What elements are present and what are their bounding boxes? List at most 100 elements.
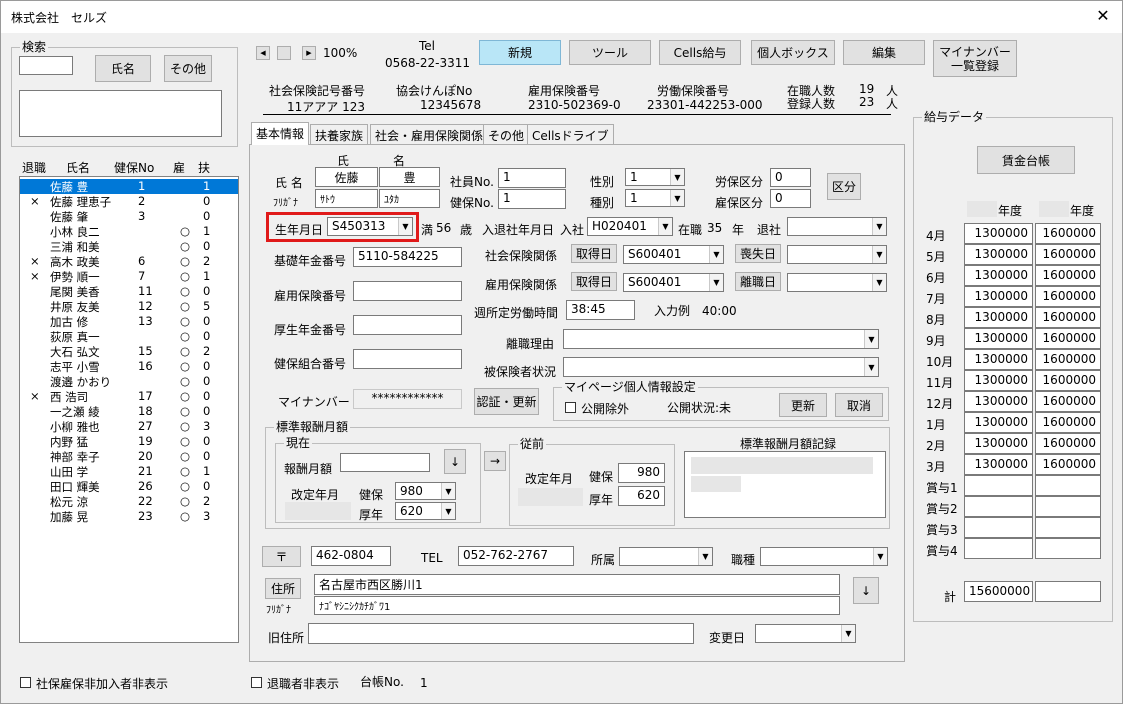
list-item[interactable]: 小柳 雅也 27 ○ 3 [20,419,238,434]
change-date-select[interactable]: ▼ [755,624,856,643]
list-item[interactable]: 志平 小雪 16 ○ 0 [20,359,238,374]
list-item[interactable]: 加藤 晃 23 ○ 3 [20,509,238,524]
current-kenpo-select[interactable]: 980 ▼ [395,482,456,500]
list-item[interactable]: 内野 猛 19 ○ 0 [20,434,238,449]
list-item[interactable]: 小林 良二 ○ 1 [20,224,238,239]
salary-year-1-cell[interactable]: 1300000 [964,370,1033,391]
edit-button[interactable]: 編集 [843,40,925,65]
cells-salary-button[interactable]: Cells給与 [659,40,741,65]
auth-update-button[interactable]: 認証・更新 [474,388,539,415]
salary-year-2-cell[interactable]: 1600000 [1035,265,1101,286]
search-other-button[interactable]: その他 [164,55,212,82]
join-date-select[interactable]: H020401 ▼ [587,217,673,236]
salary-year-2-cell[interactable]: 1600000 [1035,244,1101,265]
salary-year-2-cell[interactable]: 1600000 [1035,454,1101,475]
insured-status-select[interactable]: ▼ [563,357,879,377]
salary-year-1-cell[interactable]: 1300000 [964,244,1033,265]
tel-input[interactable]: 052-762-2767 [458,546,574,566]
list-item[interactable]: × 伊勢 順一 7 ○ 1 [20,269,238,284]
list-item[interactable]: 井原 友美 12 ○ 5 [20,299,238,314]
emp-ins-get-date-select[interactable]: S600401 ▼ [623,273,724,292]
address-kana-input[interactable]: ﾅｺﾞﾔｼﾆｼｸｶﾁｶﾞﾜ1 [314,596,840,615]
salary-year-1-cell[interactable]: 1300000 [964,223,1033,244]
salary-year-1-cell[interactable] [964,475,1033,496]
salary-year-1-cell[interactable]: 1300000 [964,328,1033,349]
salary-year-1-cell[interactable]: 1300000 [964,412,1033,433]
salary-year-2-cell[interactable]: 1600000 [1035,412,1101,433]
salary-year-2-cell[interactable]: 1600000 [1035,328,1101,349]
mei-input[interactable]: 豊 [379,167,440,187]
previous-kenpo-input[interactable]: 980 [618,463,665,483]
salary-year-2-cell[interactable]: 1600000 [1035,391,1101,412]
social-ins-get-date-button[interactable]: 取得日 [571,244,617,263]
personal-box-button[interactable]: 個人ボックス [751,40,835,65]
salary-year-2-cell[interactable] [1035,538,1101,559]
list-item[interactable]: × 高木 政美 6 ○ 2 [20,254,238,269]
union-no-input[interactable] [353,349,462,369]
prev-record-icon[interactable]: ◀ [256,46,270,60]
salary-year-2-cell[interactable]: 1600000 [1035,307,1101,328]
kenpo-no-input[interactable]: 1 [498,189,566,209]
list-item[interactable]: 一之瀬 綾 18 ○ 0 [20,404,238,419]
list-item[interactable]: 佐藤 肇 3 0 [20,209,238,224]
emp-ins-leave-date-select[interactable]: ▼ [787,273,887,292]
salary-year-2-cell[interactable]: 1600000 [1035,349,1101,370]
monthly-pay-input[interactable] [340,453,430,472]
sei-kana-input[interactable]: ｻﾄｳ [315,189,378,208]
salary-year-1-cell[interactable]: 1300000 [964,307,1033,328]
list-item[interactable]: 山田 学 21 ○ 1 [20,464,238,479]
category-button[interactable]: 区分 [827,173,861,200]
old-address-input[interactable] [308,623,694,644]
emp-ins-leave-date-button[interactable]: 離職日 [735,272,781,291]
copy-down-button[interactable]: ↓ [444,449,466,474]
tab-basic-info[interactable]: 基本情報 [251,122,310,145]
tab-other[interactable]: その他 [483,124,530,144]
previous-kosei-input[interactable]: 620 [618,486,665,506]
social-ins-lost-date-button[interactable]: 喪失日 [735,244,781,263]
salary-year-1-cell[interactable] [964,496,1033,517]
current-kosei-select[interactable]: 620 ▼ [395,502,456,520]
list-item[interactable]: 神部 幸子 20 ○ 0 [20,449,238,464]
type-select[interactable]: 1 ▼ [625,189,685,207]
next-record-icon[interactable]: ▶ [302,46,316,60]
zip-input[interactable]: 462-0804 [311,546,391,566]
tools-button[interactable]: ツール [569,40,651,65]
salary-year-1-cell[interactable]: 1300000 [964,433,1033,454]
list-item[interactable]: × 西 浩司 17 ○ 0 [20,389,238,404]
employee-list[interactable]: 佐藤 豊 1 1 × 佐藤 理恵子 2 0 佐藤 肇 3 0 小林 良二 ○ 1 三浦 和美 ○ 0 × 高木 政… [19,176,239,643]
list-item[interactable]: 加古 修 13 ○ 0 [20,314,238,329]
cancel-button[interactable]: 取消 [835,393,883,417]
salary-year-1-cell[interactable]: 1300000 [964,265,1033,286]
salary-year-1-cell[interactable]: 1300000 [964,391,1033,412]
zip-button[interactable]: 〒 [262,546,301,567]
search-input[interactable] [19,56,73,75]
list-item[interactable]: 尾関 美香 11 ○ 0 [20,284,238,299]
tab-cells-drive[interactable]: Cellsドライブ [527,124,614,144]
salary-year-2-cell[interactable]: 1600000 [1035,286,1101,307]
kosei-no-input[interactable] [353,315,462,335]
salary-year-1-cell[interactable] [964,517,1033,538]
labor-category-input[interactable]: 0 [770,168,811,187]
leave-date-select[interactable]: ▼ [787,217,887,236]
salary-year-2-cell[interactable] [1035,496,1101,517]
emp-ins-get-date-button[interactable]: 取得日 [571,272,617,291]
salary-year-2-cell[interactable] [1035,475,1101,496]
salary-year-2-cell[interactable] [1035,517,1101,538]
record-slider-thumb[interactable] [277,46,291,60]
wage-ledger-button[interactable]: 賃金台帳 [977,146,1075,174]
move-to-previous-button[interactable]: → [484,451,506,471]
list-item[interactable]: 渡邉 かおり ○ 0 [20,374,238,389]
address-button[interactable]: 住所 [265,578,301,599]
sei-input[interactable]: 佐藤 [315,167,378,187]
emp-ins-no-input[interactable] [353,281,462,301]
list-item[interactable]: 荻原 真一 ○ 0 [20,329,238,344]
hide-retired-checkbox[interactable] [251,677,262,688]
salary-year-2-cell[interactable]: 1600000 [1035,370,1101,391]
list-item[interactable]: 大石 弘文 15 ○ 2 [20,344,238,359]
tab-dependents[interactable]: 扶養家族 [310,124,369,144]
update-button[interactable]: 更新 [779,393,827,417]
list-item[interactable]: 佐藤 豊 1 1 [20,179,238,194]
social-ins-lost-date-select[interactable]: ▼ [787,245,887,264]
close-icon[interactable]: ✕ [1092,5,1114,27]
salary-year-2-cell[interactable]: 1600000 [1035,433,1101,454]
